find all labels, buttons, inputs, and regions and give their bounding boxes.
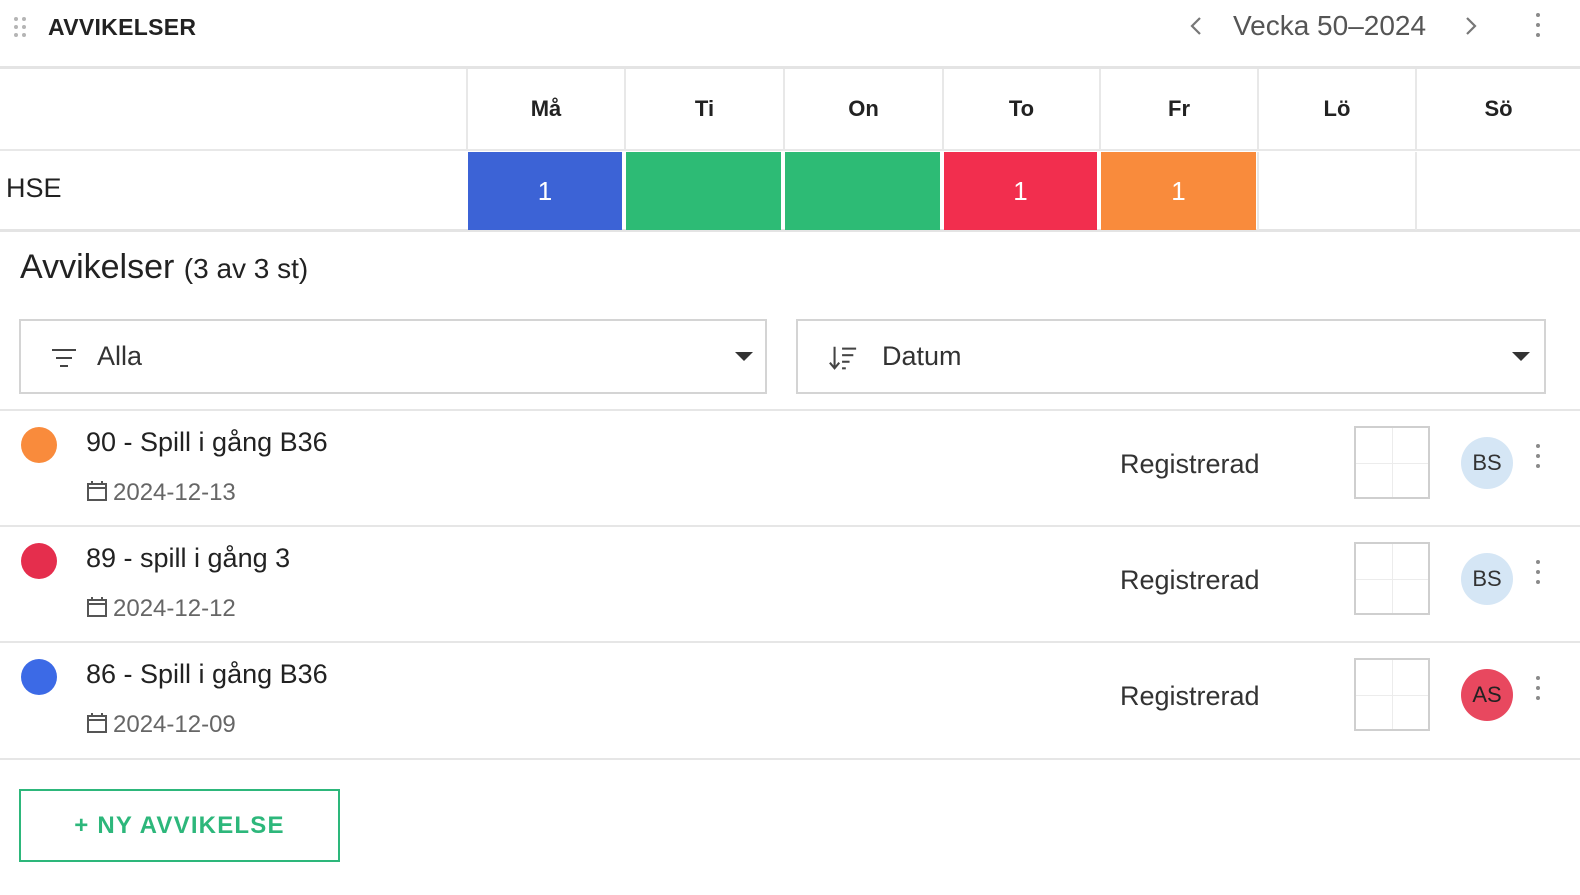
day-cell-tue[interactable] [626,152,781,230]
list-title: Avvikelser (3 av 3 st) [20,248,308,287]
item-status: Registrerad [1120,449,1260,479]
widget-header: AVVIKELSER Vecka 50–2024 [0,0,1580,66]
sort-icon [829,346,857,370]
day-header-tue: Ti [624,69,783,149]
list-item[interactable]: 90 - Spill i gång B36 2024-12-13 Registr… [0,411,1580,525]
day-cell-sun[interactable] [1415,152,1580,230]
day-cell-sat[interactable] [1257,152,1415,230]
chevron-right-icon[interactable] [1458,14,1482,38]
image-placeholder[interactable] [1354,542,1430,615]
filter-select[interactable]: Alla [19,319,767,394]
avatar: BS [1461,553,1513,605]
item-more-icon[interactable] [1534,444,1542,470]
day-cell-wed[interactable] [785,152,940,230]
severity-dot [21,543,57,579]
item-date: 2024-12-12 [113,595,236,622]
avatar: BS [1461,437,1513,489]
day-header-sun: Sö [1415,69,1580,149]
day-cell-mon[interactable]: 1 [468,152,622,230]
sort-dropdown-icon [1512,352,1530,361]
item-more-icon[interactable] [1534,676,1542,702]
grid-row-divider [0,149,1580,151]
filter-icon [52,349,76,367]
item-more-icon[interactable] [1534,560,1542,586]
calendar-icon [87,597,107,617]
severity-dot [21,427,57,463]
list-title-text: Avvikelser [20,248,175,286]
list-count: (3 av 3 st) [183,253,309,284]
week-label: Vecka 50–2024 [1233,10,1427,41]
drag-handle-icon[interactable] [14,15,30,39]
image-placeholder[interactable] [1354,658,1430,731]
item-title: 89 - spill i gång 3 [86,543,291,573]
item-status: Registrerad [1120,681,1260,711]
filter-value: Alla [97,341,143,371]
item-title: 86 - Spill i gång B36 [86,659,328,689]
category-label: HSE [6,173,62,203]
list-item[interactable]: 89 - spill i gång 3 2024-12-12 Registrer… [0,527,1580,641]
widget-title: AVVIKELSER [48,14,197,40]
day-cell-fri[interactable]: 1 [1101,152,1256,230]
item-status: Registrerad [1120,565,1260,595]
day-header-sat: Lö [1257,69,1415,149]
week-calendar: Må Ti On To Fr Lö Sö HSE 1 1 1 [0,66,1580,232]
calendar-icon [87,481,107,501]
filter-dropdown-icon [735,352,753,361]
day-header-thu: To [942,69,1099,149]
day-header-wed: On [783,69,942,149]
list-item[interactable]: 86 - Spill i gång B36 2024-12-09 Registr… [0,643,1580,757]
new-deviation-button[interactable]: + NY AVVIKELSE [19,789,340,862]
list-divider [0,758,1580,760]
image-placeholder[interactable] [1354,426,1430,499]
item-title: 90 - Spill i gång B36 [86,427,328,457]
sort-value: Datum [882,341,962,371]
calendar-icon [87,713,107,733]
sort-select[interactable]: Datum [796,319,1546,394]
item-date: 2024-12-09 [113,711,236,738]
day-header-fri: Fr [1099,69,1257,149]
widget-more-icon[interactable] [1534,13,1542,39]
day-cell-thu[interactable]: 1 [944,152,1097,230]
severity-dot [21,659,57,695]
avatar: AS [1461,669,1513,721]
day-header-mon: Må [466,69,624,149]
chevron-left-icon[interactable] [1185,14,1209,38]
item-date: 2024-12-13 [113,479,236,506]
